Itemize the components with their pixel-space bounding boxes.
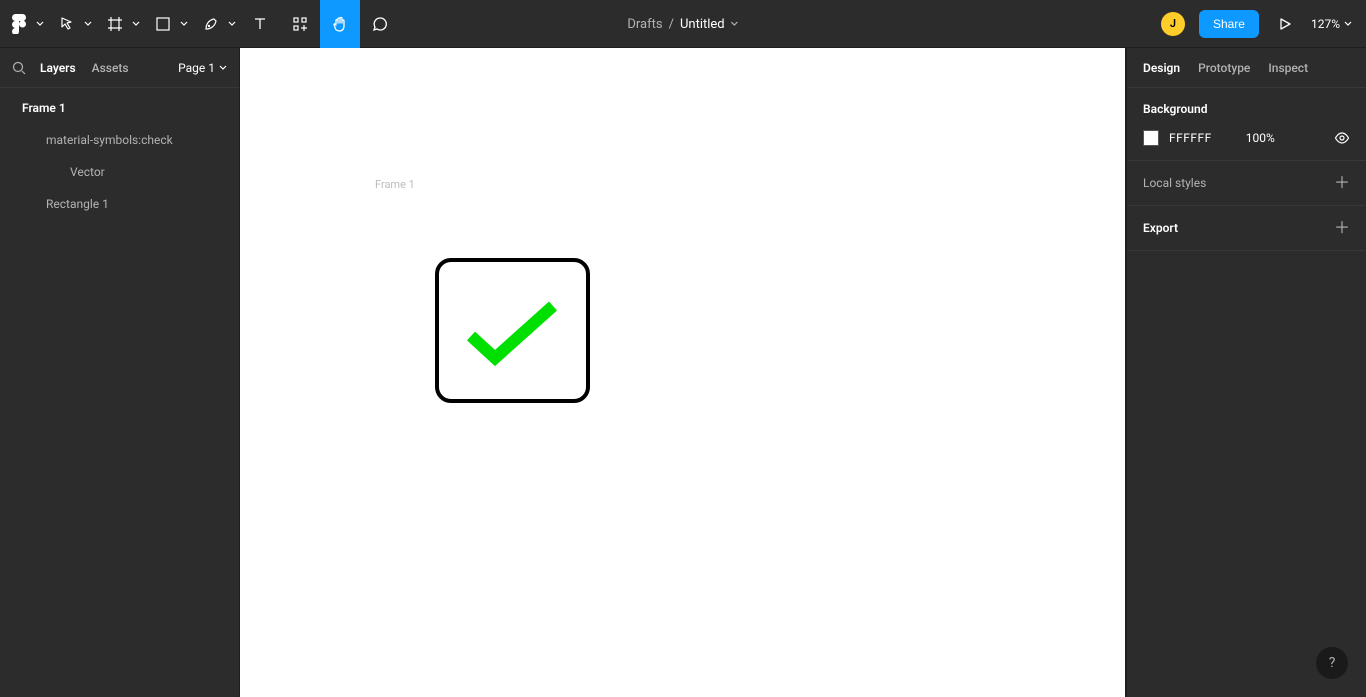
file-name[interactable]: Untitled xyxy=(680,17,725,32)
hand-tool[interactable] xyxy=(320,0,360,48)
comment-tool[interactable] xyxy=(360,0,400,48)
design-check-icon[interactable] xyxy=(465,298,560,368)
background-title: Background xyxy=(1143,102,1350,116)
add-style-button[interactable]: ＋ xyxy=(1334,175,1350,191)
tab-prototype[interactable]: Prototype xyxy=(1198,61,1250,75)
canvas[interactable]: Frame 1 xyxy=(240,48,1126,697)
zoom-select[interactable]: 127% xyxy=(1311,17,1352,31)
present-button[interactable] xyxy=(1273,17,1297,31)
main-menu-button[interactable] xyxy=(0,0,48,48)
rectangle-icon xyxy=(0,198,38,210)
plus-icon: ＋ xyxy=(1334,173,1350,192)
text-tool[interactable] xyxy=(240,0,280,48)
chevron-down-icon xyxy=(84,21,92,27)
layer-label: Frame 1 xyxy=(22,101,66,115)
right-panel-tabs: Design Prototype Inspect xyxy=(1127,48,1366,88)
plus-icon: ＋ xyxy=(1334,218,1350,237)
layer-tree: Frame 1 material-symbols:check Vector Re… xyxy=(0,88,239,220)
color-swatch[interactable] xyxy=(1143,130,1159,146)
canvas-frame-background xyxy=(240,48,1125,697)
layer-row[interactable]: Frame 1 xyxy=(0,92,239,124)
tab-design[interactable]: Design xyxy=(1143,61,1180,75)
layer-row[interactable]: Rectangle 1 xyxy=(0,188,239,220)
page-selector[interactable]: Page 1 xyxy=(178,61,227,75)
local-styles-section: Local styles ＋ xyxy=(1127,161,1366,206)
layer-label: material-symbols:check xyxy=(46,133,173,147)
frame-icon xyxy=(107,16,123,32)
rectangle-icon xyxy=(155,16,171,32)
eye-icon xyxy=(1334,132,1350,144)
shape-tool[interactable] xyxy=(144,0,192,48)
move-tool[interactable] xyxy=(48,0,96,48)
color-opacity[interactable]: 100% xyxy=(1246,131,1275,145)
help-button[interactable]: ? xyxy=(1316,647,1348,679)
tab-inspect[interactable]: Inspect xyxy=(1268,61,1308,75)
document-title-group[interactable]: Drafts / Untitled xyxy=(627,0,738,48)
frame-icon xyxy=(0,134,38,146)
tab-assets[interactable]: Assets xyxy=(92,61,129,75)
local-styles-title: Local styles xyxy=(1143,176,1206,190)
tool-group xyxy=(0,0,400,47)
chevron-down-icon xyxy=(219,65,227,71)
chevron-down-icon xyxy=(180,21,188,27)
hand-icon xyxy=(331,15,349,33)
breadcrumb-separator: / xyxy=(669,17,674,32)
layers-panel-header: Layers Assets Page 1 xyxy=(0,48,239,88)
topbar-right-group: J Share 127% xyxy=(1161,0,1366,47)
play-icon xyxy=(1278,17,1292,31)
design-panel: Design Prototype Inspect Background FFFF… xyxy=(1126,48,1366,697)
color-hex[interactable]: FFFFFF xyxy=(1169,131,1212,145)
layer-row[interactable]: Vector xyxy=(0,156,239,188)
tab-layers[interactable]: Layers xyxy=(40,61,76,75)
layer-label: Rectangle 1 xyxy=(46,197,109,211)
background-fill-row[interactable]: FFFFFF 100% xyxy=(1143,130,1350,146)
left-panel-tabs: Layers Assets xyxy=(40,61,164,75)
add-export-button[interactable]: ＋ xyxy=(1334,220,1350,236)
background-section: Background FFFFFF 100% xyxy=(1127,88,1366,161)
user-avatar[interactable]: J xyxy=(1161,12,1185,36)
text-icon xyxy=(252,16,268,32)
layers-panel: Layers Assets Page 1 Frame 1 material-sy… xyxy=(0,48,240,697)
frame-icon xyxy=(0,102,14,114)
help-icon: ? xyxy=(1329,655,1336,671)
resources-tool[interactable] xyxy=(280,0,320,48)
export-section: Export ＋ xyxy=(1127,206,1366,251)
zoom-value: 127% xyxy=(1311,17,1340,31)
layer-label: Vector xyxy=(70,165,105,179)
export-title: Export xyxy=(1143,221,1178,235)
vector-check-icon xyxy=(0,167,62,177)
layer-row[interactable]: material-symbols:check xyxy=(0,124,239,156)
frame-tool[interactable] xyxy=(96,0,144,48)
chevron-down-icon[interactable] xyxy=(731,21,739,27)
pen-icon xyxy=(203,16,219,32)
search-icon[interactable] xyxy=(12,61,26,75)
pen-tool[interactable] xyxy=(192,0,240,48)
drafts-link[interactable]: Drafts xyxy=(627,17,662,32)
page-name: Page 1 xyxy=(178,61,215,75)
chevron-down-icon xyxy=(1344,21,1352,27)
frame-label[interactable]: Frame 1 xyxy=(375,178,415,191)
visibility-toggle[interactable] xyxy=(1334,132,1350,144)
share-button[interactable]: Share xyxy=(1199,10,1259,38)
cursor-icon xyxy=(59,16,75,32)
chevron-down-icon xyxy=(228,21,236,27)
comment-icon xyxy=(371,15,389,33)
resources-icon xyxy=(292,16,308,32)
top-toolbar: Drafts / Untitled J Share 127% xyxy=(0,0,1366,48)
figma-logo-icon xyxy=(12,14,26,34)
chevron-down-icon xyxy=(132,21,140,27)
chevron-down-icon xyxy=(36,21,44,27)
